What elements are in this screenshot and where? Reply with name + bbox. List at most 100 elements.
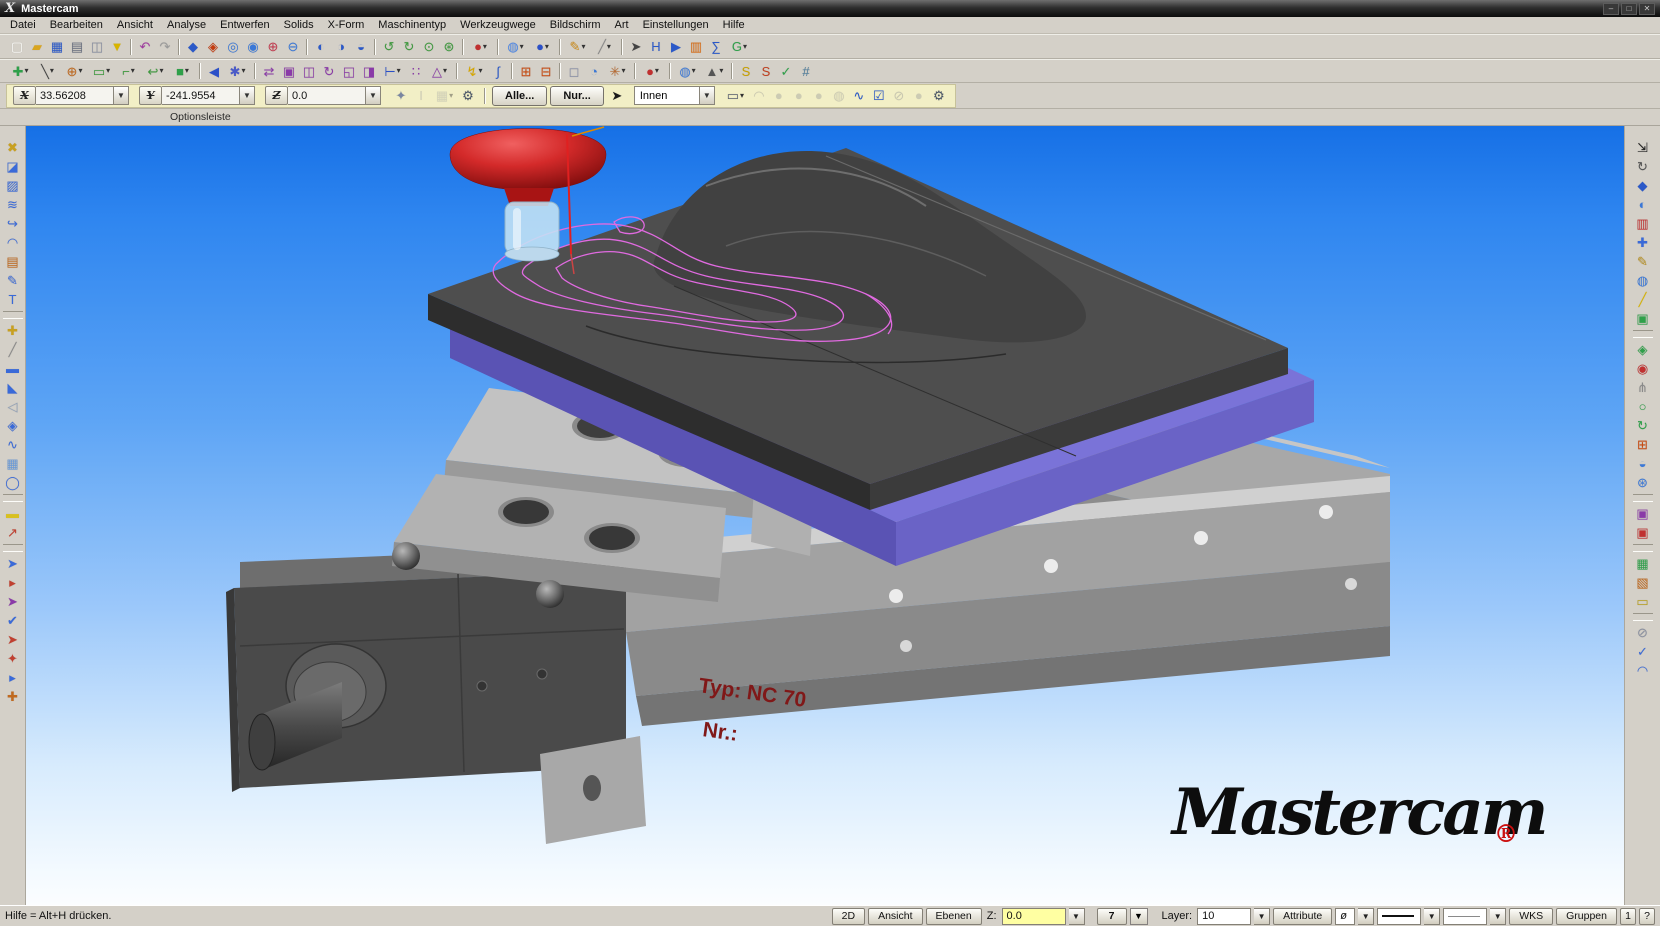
menu-hilfe[interactable]: Hilfe bbox=[716, 18, 752, 32]
xform-mirror-icon[interactable]: ◫ bbox=[299, 62, 319, 81]
curve-tool-6-icon[interactable]: ✦ bbox=[2, 649, 24, 668]
autocursor-settings-icon[interactable]: ⚙ bbox=[458, 86, 478, 105]
wrench-icon[interactable]: ⋔ bbox=[1632, 378, 1654, 397]
menu-maschinentyp[interactable]: Maschinentyp bbox=[371, 18, 453, 32]
menu-solids[interactable]: Solids bbox=[277, 18, 321, 32]
dropdown-arrow-icon[interactable]: ▾ bbox=[607, 43, 611, 51]
verify-check-icon[interactable]: ✓ bbox=[776, 62, 796, 81]
dropdown-arrow-icon[interactable]: ▾ bbox=[581, 43, 585, 51]
menu-bildschirm[interactable]: Bildschirm bbox=[543, 18, 608, 32]
menu-ansicht[interactable]: Ansicht bbox=[110, 18, 160, 32]
viewport-3d[interactable]: Typ: NC 70 Nr.: Mastercam ® bbox=[26, 126, 1624, 905]
file-merge-icon[interactable]: ▼ bbox=[107, 37, 127, 56]
select-polygon-icon[interactable]: ● bbox=[769, 86, 789, 105]
loop-icon[interactable]: ○ bbox=[1632, 397, 1654, 416]
machine-group-icon[interactable]: ◈ bbox=[1632, 340, 1654, 359]
dynamic-zoom-icon[interactable]: ◒ bbox=[351, 37, 371, 56]
curve-tool-1-icon[interactable]: ➤ bbox=[2, 554, 24, 573]
collapse-icon[interactable]: ◠ bbox=[1632, 661, 1654, 680]
notes-icon[interactable]: ✎ bbox=[1632, 252, 1654, 271]
dropdown-arrow-icon[interactable]: ▾ bbox=[50, 67, 54, 75]
x-dropdown-arrow[interactable]: ▼ bbox=[114, 86, 129, 105]
repaint-icon[interactable]: ◈ bbox=[203, 37, 223, 56]
wcs-view-icon[interactable]: ▤ bbox=[2, 252, 24, 271]
maximize-button[interactable]: □ bbox=[1621, 3, 1637, 15]
dropdown-arrow-icon[interactable]: ▾ bbox=[655, 67, 659, 75]
z-coordinate-input[interactable]: 0.0 bbox=[288, 86, 366, 105]
shading-wireframe-icon[interactable]: ◍▾ bbox=[502, 37, 529, 56]
dynamic-rotate-icon[interactable]: ◐ bbox=[311, 37, 331, 56]
stock-display-icon[interactable]: ●▾ bbox=[639, 62, 666, 81]
dropdown-arrow-icon[interactable]: ▾ bbox=[397, 67, 401, 75]
zoom-window-icon[interactable]: ◎ bbox=[223, 37, 243, 56]
layer-dropdown[interactable]: ▼ bbox=[1254, 908, 1270, 925]
color-dropdown[interactable]: ▼ bbox=[1130, 908, 1148, 925]
shading-solid-icon[interactable]: ●▾ bbox=[529, 37, 556, 56]
select-lasso-icon[interactable]: ◠ bbox=[749, 86, 769, 105]
machine-grid2-icon[interactable]: ⊟ bbox=[536, 62, 556, 81]
autocursor-icon[interactable]: ◆ bbox=[183, 37, 203, 56]
create-line-icon[interactable]: ╲▾ bbox=[34, 62, 61, 81]
pencil-icon[interactable]: ╱▾ bbox=[591, 37, 618, 56]
z-axis-button[interactable]: Z bbox=[265, 86, 288, 105]
point-tool-icon[interactable]: ✚ bbox=[2, 321, 24, 340]
x-axis-button[interactable]: X bbox=[13, 86, 36, 105]
dropdown-arrow-icon[interactable]: ▾ bbox=[692, 67, 696, 75]
select-intersect-icon[interactable]: ● bbox=[809, 86, 829, 105]
menu-einstellungen[interactable]: Einstellungen bbox=[636, 18, 716, 32]
select-in-icon[interactable]: ◍ bbox=[829, 86, 849, 105]
dropdown-arrow-icon[interactable]: ▾ bbox=[478, 67, 482, 75]
no-entity-icon[interactable]: ⊘ bbox=[1632, 623, 1654, 642]
y-axis-button[interactable]: Y bbox=[139, 86, 162, 105]
xform-scale-icon[interactable]: ◱ bbox=[339, 62, 359, 81]
curve-tool-7-icon[interactable]: ▸ bbox=[2, 668, 24, 687]
text-tool-icon[interactable]: T bbox=[2, 290, 24, 309]
selection-mode-dropdown[interactable]: ▼ bbox=[700, 86, 715, 105]
plane-select-icon[interactable]: ↪ bbox=[2, 214, 24, 233]
create-solid-icon[interactable]: ■▾ bbox=[169, 62, 196, 81]
dropdown-arrow-icon[interactable]: ▾ bbox=[743, 43, 747, 51]
selection-help-icon[interactable]: ⚙ bbox=[929, 86, 949, 105]
curve-tool-2-icon[interactable]: ▸ bbox=[2, 573, 24, 592]
stock-bar-icon[interactable]: ▭ bbox=[1632, 592, 1654, 611]
solids-box-icon[interactable]: ▣ bbox=[1632, 309, 1654, 328]
cone-tool-icon[interactable]: ◁ bbox=[2, 397, 24, 416]
menu-bearbeiten[interactable]: Bearbeiten bbox=[43, 18, 110, 32]
gview-front-icon[interactable]: ◪ bbox=[2, 157, 24, 176]
curve-tool-4-icon[interactable]: ✔ bbox=[2, 611, 24, 630]
menu-werkzeugwege[interactable]: Werkzeugwege bbox=[453, 18, 543, 32]
dropdown-arrow-icon[interactable]: ▾ bbox=[520, 43, 524, 51]
new-file-icon[interactable]: ▢ bbox=[7, 37, 27, 56]
grid-red-icon[interactable]: ⊞ bbox=[1632, 435, 1654, 454]
toolpath-s2-icon[interactable]: S bbox=[756, 62, 776, 81]
z-dropdown-arrow[interactable]: ▼ bbox=[366, 86, 381, 105]
quick-mask-icon[interactable]: ✱▾ bbox=[224, 62, 251, 81]
minimize-button[interactable]: – bbox=[1603, 3, 1619, 15]
disk-globe-icon[interactable]: ⊛ bbox=[1632, 473, 1654, 492]
plane-named-icon[interactable]: ✎ bbox=[2, 271, 24, 290]
protractor-icon[interactable]: ◔ bbox=[584, 62, 604, 81]
triangle-tool-icon[interactable]: ◣ bbox=[2, 378, 24, 397]
y-dropdown-arrow[interactable]: ▼ bbox=[240, 86, 255, 105]
open-file-icon[interactable]: ▰ bbox=[27, 37, 47, 56]
purple-box-icon[interactable]: ▣ bbox=[1632, 504, 1654, 523]
paintbrush-icon[interactable]: ✎▾ bbox=[564, 37, 591, 56]
menu-xform[interactable]: X-Form bbox=[321, 18, 372, 32]
dimension-mode-button[interactable]: 2D bbox=[832, 908, 865, 925]
gview-side-icon[interactable]: ▨ bbox=[2, 176, 24, 195]
shading-off-icon[interactable]: ●▾ bbox=[467, 37, 494, 56]
tool-display-icon[interactable]: ◍▾ bbox=[674, 62, 701, 81]
verify-side-icon[interactable]: ✓ bbox=[1632, 642, 1654, 661]
layer-input[interactable]: 10 bbox=[1197, 908, 1251, 925]
select-circle-icon[interactable]: ● bbox=[789, 86, 809, 105]
create-arc-icon[interactable]: ⊕▾ bbox=[61, 62, 88, 81]
color-swatch-button[interactable]: 7 bbox=[1097, 908, 1127, 925]
view-named-icon[interactable]: ⊛ bbox=[439, 37, 459, 56]
analyze-sum-icon[interactable]: ∑ bbox=[706, 37, 726, 56]
status-counter-1[interactable]: 1 bbox=[1620, 908, 1636, 925]
menu-entwerfen[interactable]: Entwerfen bbox=[213, 18, 277, 32]
line-style-dropdown[interactable]: ▼ bbox=[1424, 908, 1440, 925]
selection-arrow-icon[interactable]: ➤ bbox=[607, 86, 627, 105]
fastpoint-icon[interactable]: ✦ bbox=[391, 86, 411, 105]
line-weight-dropdown[interactable]: ▼ bbox=[1490, 908, 1506, 925]
